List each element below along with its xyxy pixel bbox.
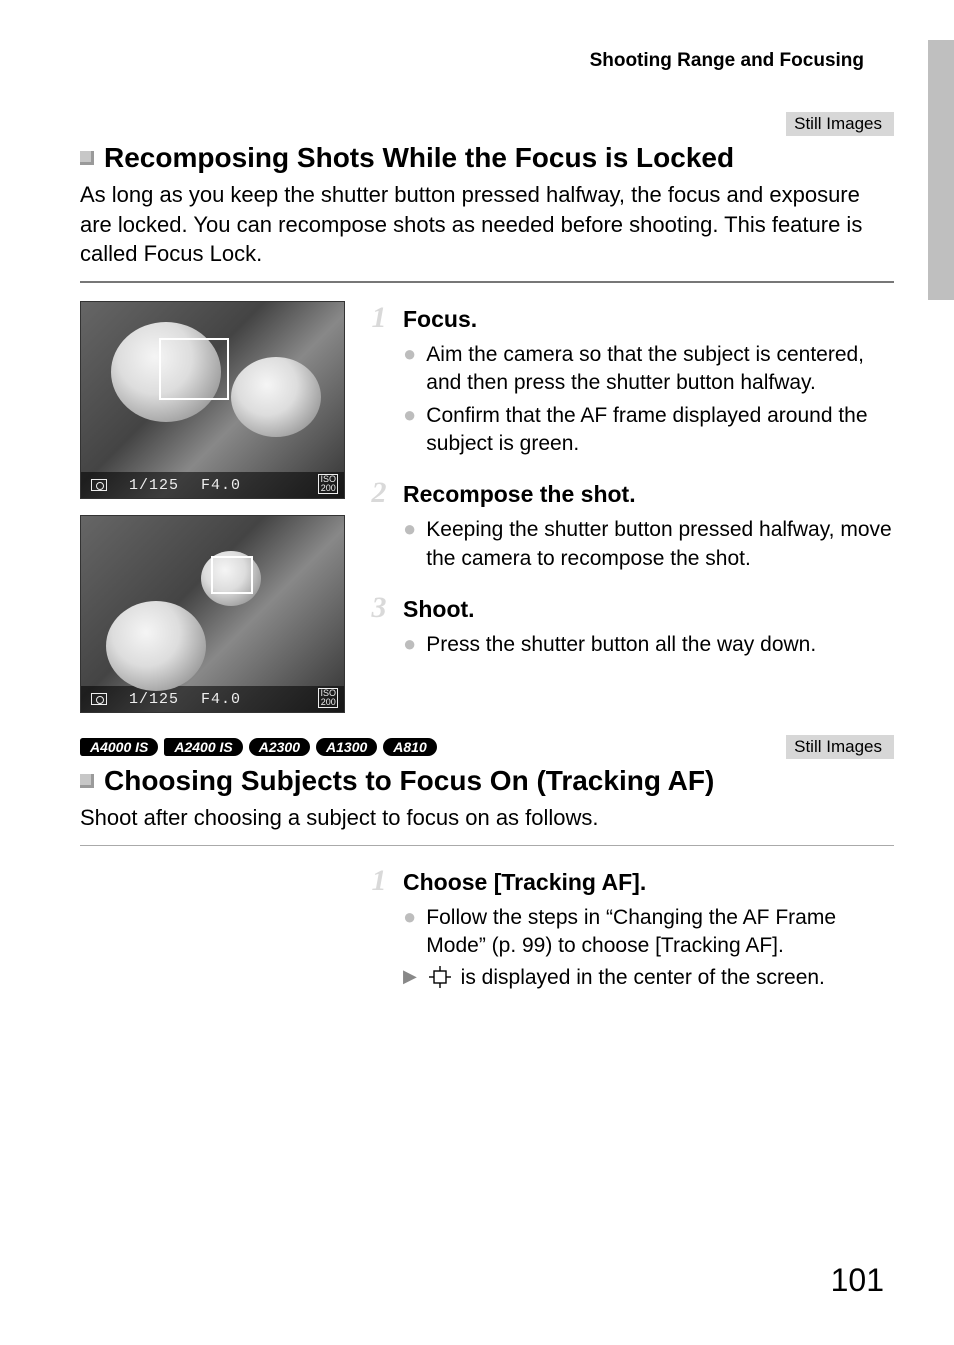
result-row: ▶ is displayed in the center of the scre…: [403, 964, 894, 992]
step-head: 3 Shoot.: [367, 591, 894, 625]
bullet-text: Aim the camera so that the subject is ce…: [426, 341, 894, 398]
step: 1 Choose [Tracking AF]. ● Follow the ste…: [367, 864, 894, 993]
bullet-text: Follow the steps in “Changing the AF Fra…: [426, 904, 894, 961]
bullet-icon: ●: [403, 631, 416, 659]
model-badge: A810: [383, 738, 436, 756]
tracking-target-icon: [429, 966, 451, 988]
aperture-value: F4.0: [201, 477, 241, 494]
example-thumbnail-1: 1/125 F4.0 ISO 200: [80, 301, 345, 499]
section-intro: Shoot after choosing a subject to focus …: [80, 803, 894, 833]
step-body: ● Keeping the shutter button pressed hal…: [367, 516, 894, 573]
aperture-value: F4.0: [201, 691, 241, 708]
breadcrumb: Shooting Range and Focusing: [80, 50, 894, 72]
thumb-statusbar: 1/125 F4.0: [81, 686, 344, 712]
steps-block: 1/125 F4.0 ISO 200 1/125 F4.0 ISO 200: [80, 301, 894, 713]
bullet-icon: ●: [403, 904, 416, 961]
camera-icon: [91, 693, 107, 705]
iso-label-bottom: 200: [320, 698, 336, 707]
iso-badge: ISO 200: [318, 474, 338, 494]
step: 3 Shoot. ● Press the shutter button all …: [367, 591, 894, 659]
step-title: Focus.: [403, 306, 477, 333]
heading-bullet-icon: [80, 151, 94, 165]
media-tag-still-images: Still Images: [786, 735, 894, 759]
model-badge: A4000 IS: [80, 738, 158, 756]
media-tag-still-images: Still Images: [786, 112, 894, 136]
result-text: is displayed in the center of the screen…: [427, 964, 825, 992]
model-badge: A2400 IS: [164, 738, 242, 756]
section-side-tab: [928, 40, 954, 300]
page: Shooting Range and Focusing Still Images…: [0, 0, 954, 1345]
divider: [80, 281, 894, 283]
shutter-value: 1/125: [129, 691, 179, 708]
camera-icon: [91, 479, 107, 491]
example-thumbnail-2: 1/125 F4.0 ISO 200: [80, 515, 345, 713]
step-number: 2: [367, 476, 391, 510]
bullet-row: ● Keeping the shutter button pressed hal…: [403, 516, 894, 573]
steps-column: 1 Focus. ● Aim the camera so that the su…: [367, 301, 894, 713]
step-number: 1: [367, 301, 391, 335]
shutter-value: 1/125: [129, 477, 179, 494]
af-frame: [159, 338, 229, 400]
bullet-text: Confirm that the AF frame displayed arou…: [426, 402, 894, 459]
page-number: 101: [831, 1262, 884, 1299]
af-frame: [211, 556, 253, 594]
section-heading-row: Recomposing Shots While the Focus is Loc…: [80, 142, 894, 174]
divider: [80, 845, 894, 846]
step-head: 1 Focus.: [367, 301, 894, 335]
step-body: ● Follow the steps in “Changing the AF F…: [367, 904, 894, 993]
bullet-row: ● Confirm that the AF frame displayed ar…: [403, 402, 894, 459]
bullet-text: Keeping the shutter button pressed halfw…: [426, 516, 894, 573]
bullet-text: Press the shutter button all the way dow…: [426, 631, 816, 659]
bullet-icon: ●: [403, 516, 416, 573]
step-head: 1 Choose [Tracking AF].: [367, 864, 894, 898]
bullet-icon: ●: [403, 402, 416, 459]
section-heading: Choosing Subjects to Focus On (Tracking …: [104, 765, 714, 797]
step-head: 2 Recompose the shot.: [367, 476, 894, 510]
section-heading-row: Choosing Subjects to Focus On (Tracking …: [80, 765, 894, 797]
model-badge: A2300: [249, 738, 310, 756]
section-intro: As long as you keep the shutter button p…: [80, 180, 894, 269]
step-number: 3: [367, 591, 391, 625]
steps-block: 1 Choose [Tracking AF]. ● Follow the ste…: [80, 864, 894, 1011]
thumb-column: [80, 864, 345, 1011]
step: 1 Focus. ● Aim the camera so that the su…: [367, 301, 894, 458]
bullet-row: ● Aim the camera so that the subject is …: [403, 341, 894, 398]
step-title: Recompose the shot.: [403, 481, 636, 508]
thumb-statusbar: 1/125 F4.0: [81, 472, 344, 498]
model-badge: A1300: [316, 738, 377, 756]
section-heading: Recomposing Shots While the Focus is Loc…: [104, 142, 734, 174]
result-text-after-icon: is displayed in the center of the screen…: [455, 966, 825, 989]
model-badge-row: A4000 IS A2400 IS A2300 A1300 A810 Still…: [80, 735, 894, 759]
step-body: ● Aim the camera so that the subject is …: [367, 341, 894, 458]
step-number: 1: [367, 864, 391, 898]
result-arrow-icon: ▶: [403, 964, 417, 992]
bullet-row: ● Press the shutter button all the way d…: [403, 631, 894, 659]
step: 2 Recompose the shot. ● Keeping the shut…: [367, 476, 894, 573]
heading-bullet-icon: [80, 774, 94, 788]
step-body: ● Press the shutter button all the way d…: [367, 631, 894, 659]
steps-column: 1 Choose [Tracking AF]. ● Follow the ste…: [367, 864, 894, 1011]
step-title: Shoot.: [403, 596, 475, 623]
tag-row: Still Images: [80, 112, 894, 136]
step-title: Choose [Tracking AF].: [403, 869, 646, 896]
bullet-row: ● Follow the steps in “Changing the AF F…: [403, 904, 894, 961]
iso-label-bottom: 200: [320, 484, 336, 493]
bullet-icon: ●: [403, 341, 416, 398]
thumb-column: 1/125 F4.0 ISO 200 1/125 F4.0 ISO 200: [80, 301, 345, 713]
iso-badge: ISO 200: [318, 688, 338, 708]
